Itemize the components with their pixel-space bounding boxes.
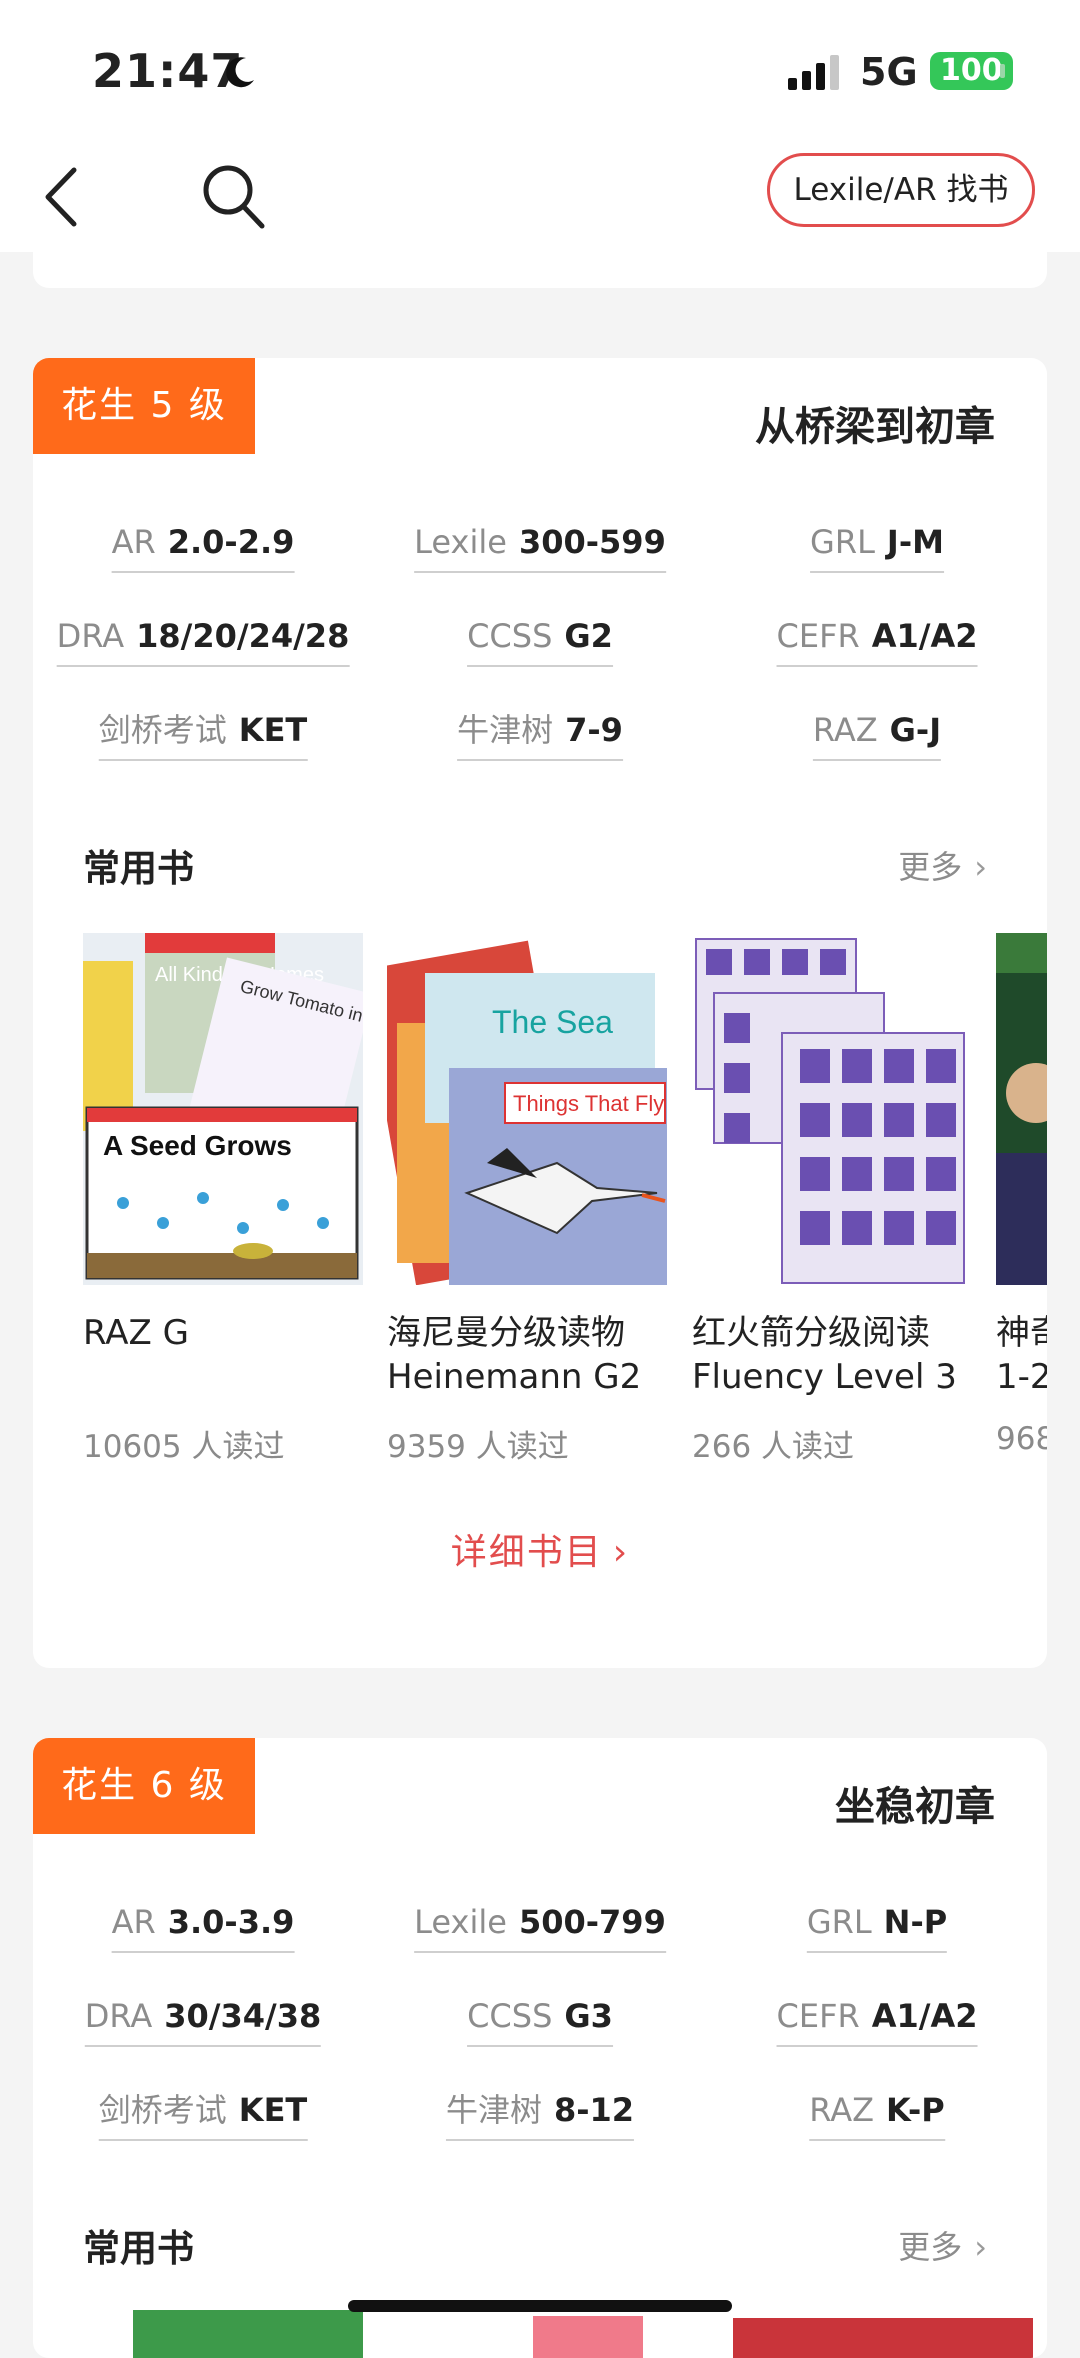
- metric-ccss: CCSS G2: [467, 615, 613, 667]
- status-time: 21:47: [92, 44, 244, 98]
- metric-cefr: CEFR A1/A2: [776, 1995, 978, 2047]
- metric-ar: AR 2.0-2.9: [111, 521, 295, 573]
- book-cover: [733, 2318, 1033, 2358]
- signal-icon: [788, 55, 839, 90]
- cover-text: A Seed Grows: [103, 1130, 292, 1161]
- book-readers: 10605 人读过: [83, 1429, 285, 1465]
- nav-bar: Lexile/AR 找书: [0, 140, 1080, 252]
- level-card-6: 花生 6 级 坐稳初章 AR 3.0-3.9 Lexile 500-799 GRL N…: [33, 1738, 1047, 2358]
- battery-tip: [1000, 64, 1005, 78]
- book-name: 红火箭分级阅读 Fluency Level 3: [692, 1313, 957, 1397]
- metric-raz: RAZ K-P: [809, 2089, 945, 2141]
- metric-ccss: CCSS G3: [467, 1995, 613, 2047]
- chevron-right-icon: ›: [612, 1532, 630, 1573]
- home-indicator[interactable]: [348, 2300, 732, 2312]
- metric-dra: DRA 18/20/24/28: [56, 615, 350, 667]
- common-books-title: 常用书: [83, 2227, 194, 2270]
- book-name: 海尼曼分级读物 Heinemann G2: [387, 1313, 642, 1397]
- book-readers: 968: [996, 1421, 1047, 1457]
- level-title: 坐稳初章: [835, 1784, 995, 1830]
- chevron-right-icon: ›: [974, 2228, 987, 2266]
- metric-ar: AR 3.0-3.9: [111, 1901, 295, 1953]
- cover-text: Things That Fly: [513, 1091, 664, 1116]
- level-tag: 花生 5 级: [33, 358, 255, 454]
- book-readers: 266 人读过: [692, 1429, 855, 1465]
- metric-raz: RAZ G-J: [812, 709, 942, 761]
- book-cover: [533, 2316, 643, 2358]
- book-name: RAZ G: [83, 1313, 189, 1353]
- moon-icon: [226, 57, 254, 88]
- lexile-ar-search-button[interactable]: Lexile/AR 找书: [767, 153, 1035, 227]
- book-cover: [692, 933, 972, 1285]
- more-link[interactable]: 更多 ›: [898, 2222, 987, 2268]
- metric-cambridge: 剑桥考试 KET: [98, 709, 308, 761]
- metric-dra: DRA 30/34/38: [84, 1995, 322, 2047]
- metric-cambridge: 剑桥考试 KET: [98, 2089, 308, 2141]
- back-arrow-icon[interactable]: [40, 162, 90, 232]
- network-label: 5G: [860, 50, 918, 94]
- metric-oxford-tree: 牛津树 7-9: [457, 709, 623, 761]
- book-cover: [996, 933, 1047, 1285]
- metric-cefr: CEFR A1/A2: [776, 615, 978, 667]
- cover-text: The Sea: [492, 1004, 613, 1040]
- detailed-booklist-link[interactable]: 详细书目 ›: [33, 1523, 1047, 1575]
- level-title: 从桥梁到初章: [755, 404, 995, 450]
- more-link[interactable]: 更多 ›: [898, 842, 987, 888]
- chevron-right-icon: ›: [974, 848, 987, 886]
- level-tag: 花生 6 级: [33, 1738, 255, 1834]
- metric-grl: GRL N-P: [806, 1901, 948, 1953]
- status-bar: 21:47 5G 100: [0, 0, 1080, 140]
- book-cover: The Sea Things That Fly: [387, 933, 667, 1285]
- metric-oxford-tree: 牛津树 8-12: [445, 2089, 635, 2141]
- book-readers: 9359 人读过: [387, 1429, 569, 1465]
- level-card-5: 花生 5 级 从桥梁到初章 AR 2.0-2.9 Lexile 300-599 GR…: [33, 358, 1047, 1668]
- book-name: 神奇 1-2: [996, 1313, 1047, 1397]
- metric-grl: GRL J-M: [810, 521, 944, 573]
- previous-card-bottom: [33, 252, 1047, 288]
- metric-lexile: Lexile 300-599: [414, 521, 666, 573]
- search-icon[interactable]: [200, 160, 266, 230]
- book-cover: All Kinds of Homes Grow Tomato in Six St…: [83, 933, 363, 1285]
- common-books-title: 常用书: [83, 847, 194, 890]
- metric-lexile: Lexile 500-799: [414, 1901, 666, 1953]
- book-cover: [133, 2310, 363, 2358]
